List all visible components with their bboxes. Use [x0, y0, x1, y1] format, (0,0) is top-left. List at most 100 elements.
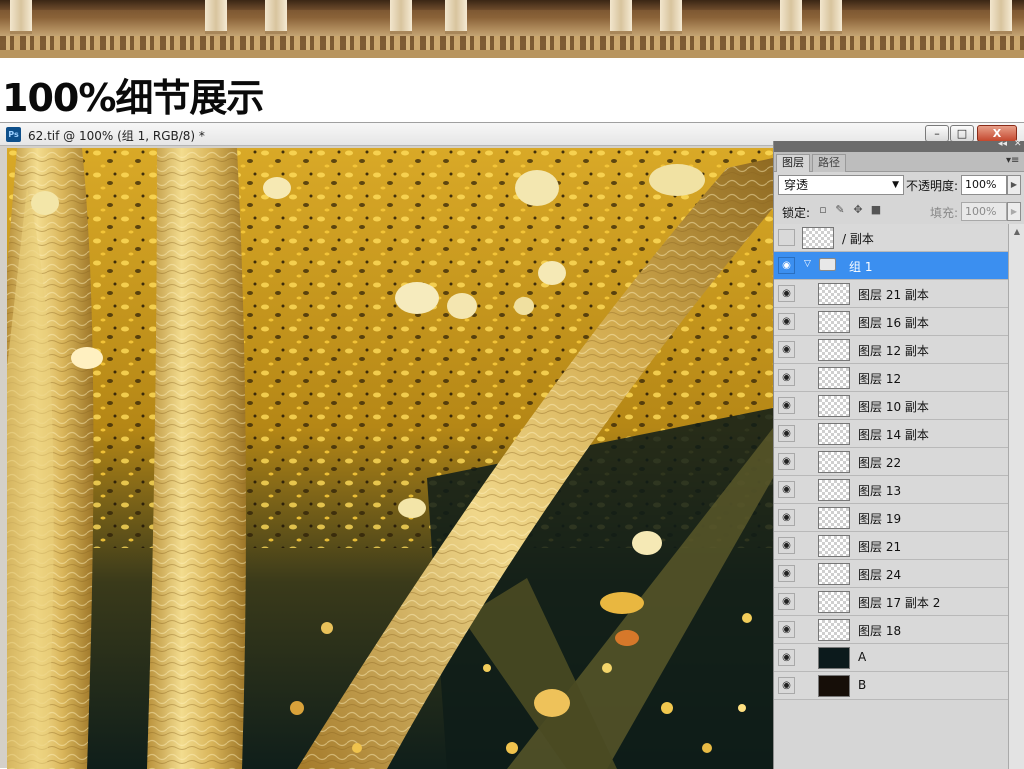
layer-thumbnail	[818, 423, 850, 445]
page-headline: 100%细节展示	[2, 76, 264, 120]
eye-icon[interactable]: ◉	[778, 677, 795, 694]
layer-name: 组 1	[849, 260, 873, 274]
layer-thumbnail	[818, 507, 850, 529]
eye-icon[interactable]: ◉	[778, 313, 795, 330]
layer-row[interactable]: ◉ 图层 14 副本	[774, 420, 1008, 448]
eye-icon[interactable]: ◉	[778, 509, 795, 526]
eye-icon[interactable]: ◉	[778, 481, 795, 498]
layer-row[interactable]: ◉ 图层 13	[774, 476, 1008, 504]
layers-panel: ◂◂ ✕ 图层 路径 ▾≡ 穿透 ▼ 不透明度: 100% ▶ 锁定: ▫ ✎ …	[773, 139, 1024, 769]
eye-icon[interactable]: ◉	[778, 397, 795, 414]
eye-icon[interactable]: ◉	[778, 257, 795, 274]
layer-name: 图层 12 副本	[858, 344, 929, 358]
tab-paths[interactable]: 路径	[812, 154, 846, 172]
opacity-input[interactable]: 100%	[961, 175, 1007, 195]
panel-close-icon[interactable]: ✕	[1014, 139, 1022, 149]
layer-thumbnail	[818, 395, 850, 417]
layer-thumbnail	[818, 479, 850, 501]
panel-menu-icon[interactable]: ▾≡	[1006, 155, 1019, 166]
lock-all-icon[interactable]: ■	[870, 204, 882, 216]
fill-input[interactable]: 100%	[961, 202, 1007, 221]
document-title: 62.tif @ 100% (组 1, RGB/8) *	[28, 129, 205, 143]
opacity-slider-button[interactable]: ▶	[1007, 175, 1021, 195]
layer-row[interactable]: ◉ B	[774, 672, 1008, 700]
scroll-up-icon[interactable]: ▲	[1009, 224, 1024, 240]
layer-name: A	[858, 650, 867, 664]
layer-row[interactable]: ◉ 图层 10 副本	[774, 392, 1008, 420]
banner-post	[205, 0, 227, 34]
blend-mode-value: 穿透	[784, 178, 809, 192]
layer-name: 图层 21	[858, 540, 902, 554]
eye-icon[interactable]: ◉	[778, 565, 795, 582]
layer-thumbnail	[818, 675, 850, 697]
layer-name: 图层 18	[858, 624, 902, 638]
layer-name: 图层 10 副本	[858, 400, 929, 414]
eye-icon[interactable]: ◉	[778, 425, 795, 442]
layer-thumbnail	[818, 563, 850, 585]
layer-row[interactable]: ◉ 图层 12	[774, 364, 1008, 392]
eye-icon[interactable]: ◉	[778, 621, 795, 638]
photoshop-window: Ps 62.tif @ 100% (组 1, RGB/8) * – □ X ◂◂…	[0, 122, 1024, 769]
panel-tabs: 图层 路径 ▾≡	[774, 152, 1024, 172]
folder-icon	[819, 258, 836, 271]
layer-name: 图层 24	[858, 568, 902, 582]
layer-name: 图层 14 副本	[858, 428, 929, 442]
maximize-button[interactable]: □	[950, 125, 974, 142]
banner-post	[445, 0, 467, 34]
layer-row[interactable]: ◉ 图层 22	[774, 448, 1008, 476]
layer-row[interactable]: ◉ 图层 12 副本	[774, 336, 1008, 364]
lock-transparent-icon[interactable]: ▫	[817, 204, 829, 216]
blend-mode-select[interactable]: 穿透 ▼	[778, 175, 904, 195]
lock-brush-icon[interactable]: ✎	[834, 204, 846, 216]
layer-thumbnail	[818, 619, 850, 641]
layer-name: 图层 22	[858, 456, 902, 470]
layer-group-row[interactable]: ◉ ▽ 组 1	[774, 252, 1008, 280]
banner-post	[780, 0, 802, 34]
opacity-label: 不透明度:	[906, 179, 959, 193]
banner-rail	[0, 0, 1024, 10]
eye-icon[interactable]: ◉	[778, 649, 795, 666]
eye-icon[interactable]: ◉	[778, 341, 795, 358]
layer-name: / 副本	[842, 232, 874, 246]
banner-post	[820, 0, 842, 34]
layer-name: 图层 13	[858, 484, 902, 498]
tab-layers[interactable]: 图层	[776, 154, 810, 172]
layers-list: ◉ / 副本 ◉ ▽ 组 1 ◉ 图层 21 副本 ◉ 图层 16 副本 ◉ 图层 12 副本 ◉ 图层…	[774, 224, 1008, 769]
layer-thumbnail	[818, 591, 850, 613]
layer-row[interactable]: ◉ 图层 18	[774, 616, 1008, 644]
fill-slider-button[interactable]: ▶	[1007, 202, 1021, 221]
layer-row[interactable]: ◉ 图层 19	[774, 504, 1008, 532]
layer-row[interactable]: ◉ 图层 16 副本	[774, 308, 1008, 336]
layer-name: 图层 17 副本 2	[858, 596, 941, 610]
panel-header-strip: ◂◂ ✕	[774, 139, 1024, 152]
layer-row[interactable]: ◉ 图层 24	[774, 560, 1008, 588]
document-canvas[interactable]	[7, 148, 773, 769]
layer-row[interactable]: ◉ A	[774, 644, 1008, 672]
eye-icon[interactable]: ◉	[778, 537, 795, 554]
collapse-panel-icon[interactable]: ◂◂	[998, 139, 1007, 149]
layer-name: 图层 21 副本	[858, 288, 929, 302]
layers-scrollbar[interactable]: ▲	[1008, 224, 1024, 769]
layer-row[interactable]: ◉ / 副本	[774, 224, 1008, 252]
close-button[interactable]: X	[977, 125, 1017, 142]
layer-row[interactable]: ◉ 图层 21	[774, 532, 1008, 560]
eye-icon[interactable]: ◉	[778, 453, 795, 470]
layer-name: 图层 12	[858, 372, 902, 386]
layer-thumbnail	[818, 283, 850, 305]
eye-icon[interactable]: ◉	[778, 593, 795, 610]
eye-icon[interactable]: ◉	[778, 369, 795, 386]
layer-thumbnail	[818, 647, 850, 669]
banner-post	[610, 0, 632, 34]
layer-row[interactable]: ◉ 图层 21 副本	[774, 280, 1008, 308]
layer-name: B	[858, 678, 867, 692]
layer-thumbnail	[818, 311, 850, 333]
banner-floor	[0, 50, 1024, 58]
layer-thumbnail	[818, 451, 850, 473]
eye-icon[interactable]: ◉	[778, 285, 795, 302]
layer-row[interactable]: ◉ 图层 17 副本 2	[774, 588, 1008, 616]
minimize-button[interactable]: –	[925, 125, 949, 142]
photoshop-logo-icon: Ps	[6, 127, 21, 142]
lock-move-icon[interactable]: ✥	[852, 204, 864, 216]
expand-triangle-icon[interactable]: ▽	[804, 259, 811, 269]
eye-icon[interactable]: ◉	[778, 229, 795, 246]
